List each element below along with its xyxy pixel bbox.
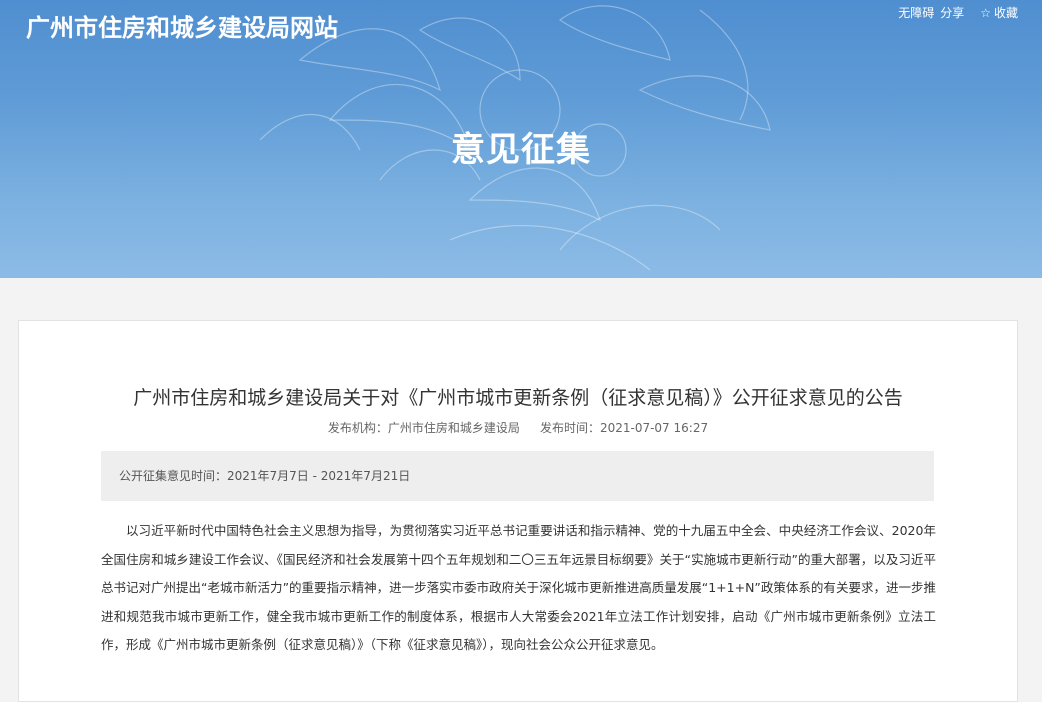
- favorite-label: 收藏: [993, 6, 1018, 20]
- page-heading: 意见征集: [451, 130, 591, 170]
- article-meta: 发布机构：广州市住房和城乡建设局 发布时间：2021-07-07 16:27: [19, 419, 1017, 436]
- article-card: 广州市住房和城乡建设局关于对《广州市城市更新条例（征求意见稿）》公开征求意见的公…: [18, 320, 1018, 702]
- site-title[interactable]: 广州市住房和城乡建设局网站: [26, 8, 338, 43]
- star-outline-icon: ☆: [980, 5, 991, 20]
- favorite-link[interactable]: ☆ 收藏: [980, 4, 1018, 21]
- publisher-label: 发布机构：: [327, 421, 388, 435]
- share-link[interactable]: 分享: [940, 4, 964, 21]
- accessibility-link[interactable]: 无障碍: [898, 4, 934, 21]
- header-banner: 广州市住房和城乡建设局网站 无障碍 分享 ☆ 收藏 意见征集: [0, 0, 1042, 278]
- top-links: 无障碍 分享 ☆ 收藏: [898, 4, 1018, 21]
- comment-period-box: 公开征集意见时间：2021年7月7日 - 2021年7月21日: [101, 451, 934, 501]
- publish-time-value: 2021-07-07 16:27: [599, 421, 709, 435]
- article-body: 以习近平新时代中国特色社会主义思想为指导，为贯彻落实习近平总书记重要讲话和指示精…: [101, 523, 936, 652]
- article-title: 广州市住房和城乡建设局关于对《广州市城市更新条例（征求意见稿）》公开征求意见的公…: [133, 387, 903, 409]
- publish-time-label: 发布时间：: [539, 421, 600, 435]
- publisher-value: 广州市住房和城乡建设局: [387, 421, 520, 435]
